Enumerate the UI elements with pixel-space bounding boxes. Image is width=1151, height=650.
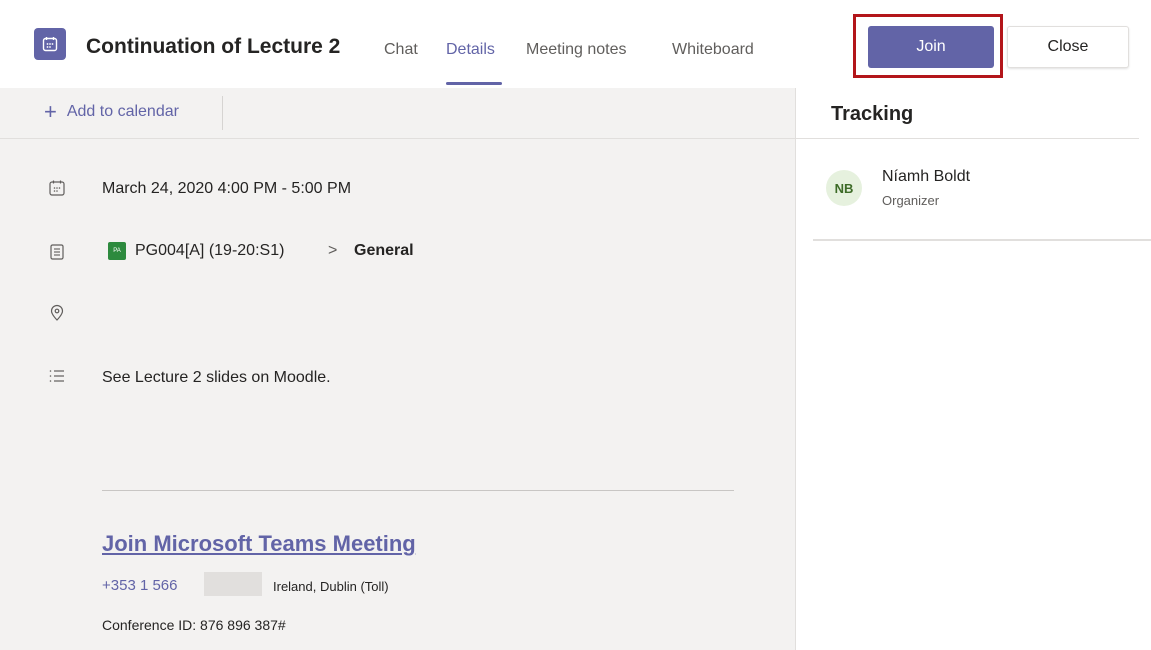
close-button[interactable]: Close <box>1007 26 1129 68</box>
toolbar-separator <box>222 96 223 130</box>
toolbar-divider <box>0 138 795 139</box>
location-icon <box>46 302 68 324</box>
meeting-description: See Lecture 2 slides on Moodle. <box>102 369 331 386</box>
tracking-title: Tracking <box>831 103 914 125</box>
description-divider <box>102 490 734 491</box>
participant-name: Níamh Boldt <box>882 168 971 185</box>
team-avatar: PA <box>108 242 126 260</box>
avatar[interactable]: NB <box>826 170 862 206</box>
tracking-divider <box>796 138 1139 139</box>
dial-in-phone-link[interactable]: +353 1 566 <box>102 577 178 594</box>
participant-role: Organizer <box>882 193 940 208</box>
redacted-phone-digits <box>204 572 262 596</box>
join-button[interactable]: Join <box>868 26 994 68</box>
channel-name[interactable]: General <box>354 242 414 260</box>
chevron-right-icon: > <box>328 242 338 259</box>
join-teams-meeting-link[interactable]: Join Microsoft Teams Meeting <box>102 531 416 557</box>
add-to-calendar-button[interactable]: + Add to calendar <box>44 101 179 123</box>
participants-divider <box>813 239 1151 241</box>
calendar-icon <box>46 177 68 199</box>
active-tab-indicator <box>446 82 502 85</box>
conference-id: Conference ID: 876 896 387# <box>102 617 286 633</box>
plus-icon: + <box>44 99 57 124</box>
meeting-calendar-icon <box>34 28 66 60</box>
dial-in-location: Ireland, Dublin (Toll) <box>273 579 389 594</box>
team-name[interactable]: PG004[A] (19-20:S1) <box>135 242 284 260</box>
list-icon <box>46 365 68 387</box>
tracking-pane-border <box>795 88 796 650</box>
meeting-datetime: March 24, 2020 4:00 PM - 5:00 PM <box>102 180 352 197</box>
add-to-calendar-label: Add to calendar <box>66 103 179 120</box>
tab-meeting-notes[interactable]: Meeting notes <box>526 41 627 59</box>
meeting-title: Continuation of Lecture 2 <box>86 35 341 58</box>
tab-details[interactable]: Details <box>446 41 495 59</box>
tab-whiteboard[interactable]: Whiteboard <box>672 41 754 59</box>
channel-icon <box>46 241 68 263</box>
tab-chat[interactable]: Chat <box>384 41 418 59</box>
